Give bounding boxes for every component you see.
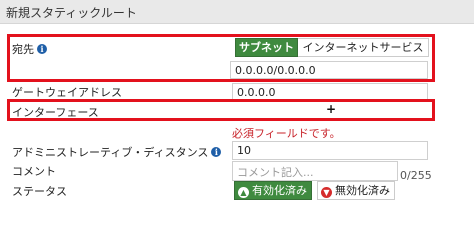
- status-enabled-label: 有効化済み: [252, 184, 307, 197]
- form-header: 新規スタティックルート: [0, 0, 474, 24]
- interface-error: 必須フィールドです。: [232, 127, 341, 140]
- comment-label: コメント: [12, 165, 56, 178]
- status-disabled-button[interactable]: ▼ 無効化済み: [317, 181, 395, 200]
- admin-distance-label: アドミニストレーティブ・ディスタンス: [12, 146, 209, 159]
- interface-highlight: [7, 99, 435, 121]
- admin-distance-label-row: アドミニストレーティブ・ディスタンス i: [12, 144, 222, 160]
- admin-distance-input[interactable]: [232, 141, 428, 160]
- status-disabled-label: 無効化済み: [335, 184, 390, 197]
- info-icon[interactable]: i: [211, 147, 222, 157]
- static-route-form: 新規スタティックルート 宛先i サブネット インターネットサービス ゲートウェイ…: [0, 0, 474, 219]
- status-enabled-button[interactable]: ▲ 有効化済み: [234, 181, 312, 200]
- gateway-label: ゲートウェイアドレス: [12, 86, 122, 99]
- arrow-up-circle-icon: ▲: [238, 187, 249, 198]
- arrow-down-circle-icon: ▼: [321, 187, 332, 198]
- destination-highlight: [7, 34, 435, 82]
- comment-counter: 0/255: [400, 169, 432, 182]
- status-label: ステータス: [12, 185, 67, 198]
- page-title: 新規スタティックルート: [6, 6, 137, 20]
- comment-textarea[interactable]: [232, 161, 398, 181]
